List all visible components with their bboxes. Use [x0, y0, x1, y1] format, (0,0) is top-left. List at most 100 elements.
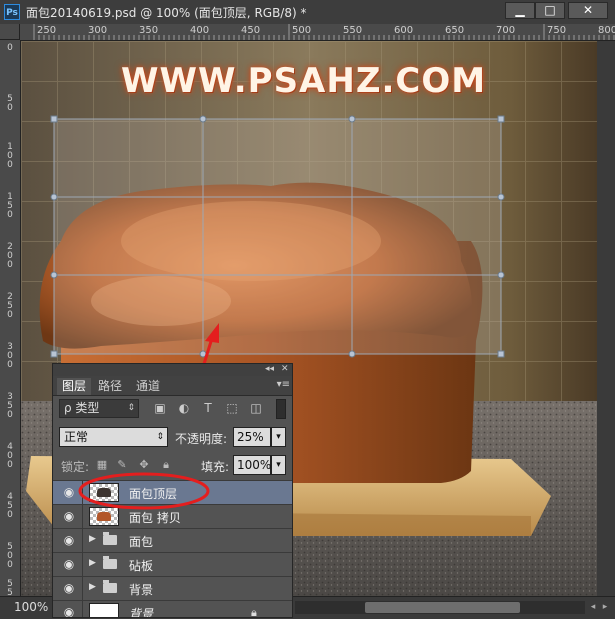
thumbnail-content: [97, 512, 111, 521]
collapse-panel-icon[interactable]: ◂◂: [265, 364, 274, 374]
close-button[interactable]: ✕: [568, 2, 608, 19]
zoom-level[interactable]: 100%: [14, 600, 48, 614]
eye-icon[interactable]: ◉: [62, 534, 76, 546]
scroll-left-arrow-icon[interactable]: ◂: [587, 601, 599, 614]
ruler-label: 600: [394, 25, 414, 36]
filter-toggle[interactable]: [276, 399, 286, 419]
ruler-label: 400: [190, 25, 210, 36]
horizontal-ruler[interactable]: 250 300 350 400 450 500 550 600 650 700 …: [20, 24, 615, 41]
ruler-label: 300: [88, 25, 108, 36]
ruler-label: 350: [7, 392, 13, 420]
panel-header: ◂◂ ✕: [53, 364, 292, 376]
blend-mode-value: 正常: [64, 430, 89, 444]
ruler-label: 300: [7, 342, 13, 370]
ruler-label: 350: [139, 25, 159, 36]
ruler-ticks: [33, 24, 615, 40]
ruler-label: 800: [598, 25, 615, 36]
filter-kind-label: ρ 类型: [64, 401, 100, 415]
folder-icon: [103, 556, 117, 569]
ruler-label: 100: [7, 142, 13, 170]
layer-name[interactable]: 背景: [129, 581, 153, 598]
eye-icon[interactable]: ◉: [62, 606, 76, 617]
expand-arrow-icon[interactable]: ▶: [89, 558, 96, 568]
filter-type-icon[interactable]: T: [200, 400, 216, 416]
lock-icon: 🔒︎: [251, 606, 257, 618]
lock-all-icon[interactable]: 🔒︎: [159, 458, 173, 472]
vertical-scrollbar[interactable]: [597, 41, 615, 596]
blend-mode-select[interactable]: 正常 ⇕: [59, 427, 168, 447]
layer-name[interactable]: 面包顶层: [129, 485, 177, 502]
ruler-label: 750: [547, 25, 567, 36]
lock-label: 锁定:: [61, 460, 90, 474]
ruler-label: 0: [7, 43, 13, 53]
ruler-label: 700: [496, 25, 516, 36]
layer-thumbnail: [89, 603, 119, 617]
ruler-label: 250: [37, 25, 57, 36]
ruler-label: 500: [292, 25, 312, 36]
eye-icon[interactable]: ◉: [62, 486, 76, 498]
layer-name[interactable]: 砧板: [129, 557, 153, 574]
filter-shape-icon[interactable]: ⬚: [224, 400, 240, 416]
tab-channels[interactable]: 通道: [131, 378, 165, 395]
ruler-label: 450: [241, 25, 261, 36]
ruler-label: 550: [343, 25, 363, 36]
layer-row-background[interactable]: ◉ 背景 🔒︎: [53, 600, 292, 618]
maximize-button[interactable]: □: [535, 2, 565, 19]
ruler-label: 250: [7, 292, 13, 320]
panel-tabs: 图层 路径 通道 ▾≡: [53, 376, 292, 396]
ruler-label: 150: [7, 192, 13, 220]
opacity-label: 不透明度:: [175, 432, 228, 446]
lock-position-move-icon[interactable]: ✥: [137, 458, 151, 472]
eye-icon[interactable]: ◉: [62, 558, 76, 570]
layer-thumbnail: [89, 507, 119, 526]
layer-row-bread-top[interactable]: ◉ 面包顶层: [53, 480, 292, 504]
layer-group-background[interactable]: ◉ ▶ 背景: [53, 576, 292, 600]
eye-icon[interactable]: ◉: [62, 510, 76, 522]
panel-menu-icon[interactable]: ▾≡: [277, 379, 290, 390]
opacity-dropdown-button[interactable]: ▾: [271, 427, 286, 447]
fill-label: 填充:: [201, 460, 230, 474]
layer-name[interactable]: 面包 拷贝: [129, 509, 181, 526]
layer-row-bread-copy[interactable]: ◉ 面包 拷贝: [53, 504, 292, 528]
horizontal-scrollbar[interactable]: [295, 601, 585, 614]
opacity-input[interactable]: 25%: [233, 427, 271, 447]
fill-dropdown-button[interactable]: ▾: [271, 455, 286, 475]
layer-name[interactable]: 背景: [129, 605, 153, 617]
ruler-origin[interactable]: [0, 24, 20, 40]
tab-paths[interactable]: 路径: [93, 378, 127, 395]
expand-arrow-icon[interactable]: ▶: [89, 534, 96, 544]
lock-transparent-icon[interactable]: ▦: [95, 458, 109, 472]
layer-group-board[interactable]: ◉ ▶ 砧板: [53, 552, 292, 576]
ruler-label: 450: [7, 492, 13, 520]
photoshop-logo-icon: Ps: [4, 4, 20, 20]
ruler-label: 400: [7, 442, 13, 470]
chevron-down-icon: ⇕: [156, 432, 164, 442]
folder-icon: [103, 580, 117, 593]
layer-group-bread[interactable]: ◉ ▶ 面包: [53, 528, 292, 552]
expand-arrow-icon[interactable]: ▶: [89, 582, 96, 592]
close-panel-icon[interactable]: ✕: [281, 364, 289, 374]
fill-input[interactable]: 100%: [233, 455, 271, 475]
filter-smart-object-icon[interactable]: ◫: [248, 400, 264, 416]
minimize-button[interactable]: ▁: [505, 2, 535, 19]
ruler-label: 200: [7, 242, 13, 270]
ruler-label: 50: [7, 94, 13, 113]
chevron-down-icon: ⇕: [127, 403, 135, 413]
tab-layers[interactable]: 图层: [57, 378, 92, 395]
scrollbar-thumb[interactable]: [365, 602, 520, 613]
layer-thumbnail: [89, 483, 119, 502]
watermark-text: WWW.PSAHZ.COM: [121, 61, 487, 101]
layer-filter-select[interactable]: ρ 类型 ⇕: [59, 399, 139, 418]
scroll-right-arrow-icon[interactable]: ▸: [599, 601, 611, 614]
ruler-label: 550: [7, 579, 13, 597]
thumbnail-content: [97, 488, 111, 497]
eye-icon[interactable]: ◉: [62, 582, 76, 594]
layer-name[interactable]: 面包: [129, 533, 153, 550]
lock-image-brush-icon[interactable]: ✎: [115, 458, 129, 472]
filter-pixel-icon[interactable]: ▣: [152, 400, 168, 416]
ruler-label: 650: [445, 25, 465, 36]
vertical-ruler[interactable]: 0 50 100 150 200 250 300 350 400 450 500…: [0, 40, 21, 596]
folder-icon: [103, 532, 117, 545]
filter-adjustment-icon[interactable]: ◐: [176, 400, 192, 416]
document-title-bar: Ps 面包20140619.psd @ 100% (面包顶层, RGB/8) *…: [0, 0, 615, 25]
